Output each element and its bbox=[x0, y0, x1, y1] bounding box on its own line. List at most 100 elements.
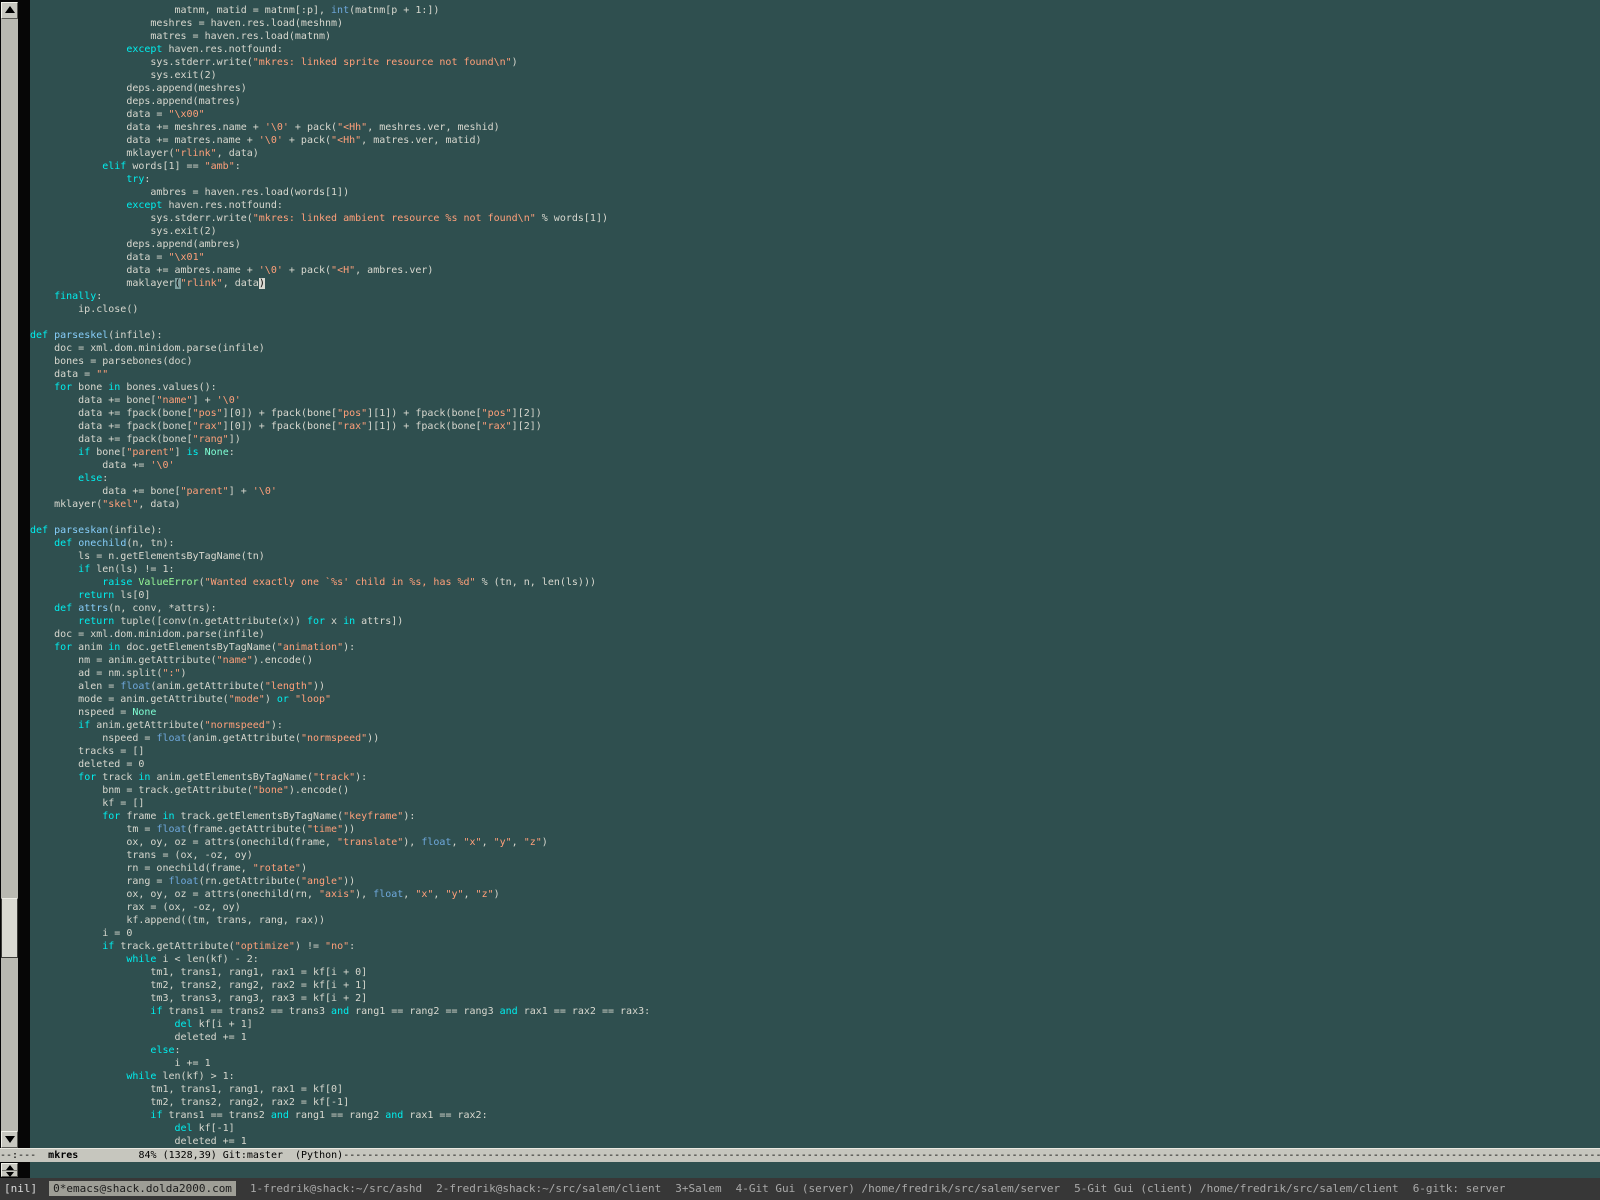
code-line[interactable]: data += meshres.name + '\0' + pack("<Hh"… bbox=[30, 121, 1600, 134]
minibuffer-scrollbar[interactable] bbox=[1, 1163, 18, 1177]
code-line[interactable]: kf = [] bbox=[30, 797, 1600, 810]
code-line[interactable]: def onechild(n, tn): bbox=[30, 537, 1600, 550]
code-line[interactable]: return tuple([conv(n.getAttribute(x)) fo… bbox=[30, 615, 1600, 628]
code-line[interactable]: def attrs(n, conv, *attrs): bbox=[30, 602, 1600, 615]
code-line[interactable]: for track in anim.getElementsByTagName("… bbox=[30, 771, 1600, 784]
code-line[interactable]: rax = (ox, -oz, oy) bbox=[30, 901, 1600, 914]
code-line[interactable]: matnm, matid = matnm[:p], int(matnm[p + … bbox=[30, 4, 1600, 17]
code-line[interactable]: for anim in doc.getElementsByTagName("an… bbox=[30, 641, 1600, 654]
code-line[interactable]: deleted = 0 bbox=[30, 758, 1600, 771]
code-line[interactable]: if bone["parent"] is None: bbox=[30, 446, 1600, 459]
code-line[interactable] bbox=[30, 511, 1600, 524]
code-line[interactable]: except haven.res.notfound: bbox=[30, 43, 1600, 56]
code-line[interactable]: trans = (ox, -oz, oy) bbox=[30, 849, 1600, 862]
code-line[interactable]: for bone in bones.values(): bbox=[30, 381, 1600, 394]
code-line[interactable]: sys.stderr.write("mkres: linked ambient … bbox=[30, 212, 1600, 225]
code-line[interactable]: nspeed = None bbox=[30, 706, 1600, 719]
code-line[interactable]: kf.append((tm, trans, rang, rax)) bbox=[30, 914, 1600, 927]
minibuffer[interactable] bbox=[0, 1162, 1600, 1178]
code-line[interactable]: mklayer("rlink", data) bbox=[30, 147, 1600, 160]
code-line[interactable]: deps.append(ambres) bbox=[30, 238, 1600, 251]
code-line[interactable]: alen = float(anim.getAttribute("length")… bbox=[30, 680, 1600, 693]
code-line[interactable]: if anim.getAttribute("normspeed"): bbox=[30, 719, 1600, 732]
code-line[interactable]: rang = float(rn.getAttribute("angle")) bbox=[30, 875, 1600, 888]
code-area[interactable]: matnm, matid = matnm[:p], int(matnm[p + … bbox=[30, 0, 1600, 1152]
code-line[interactable]: deleted += 1 bbox=[30, 1135, 1600, 1148]
code-line[interactable]: i = 0 bbox=[30, 927, 1600, 940]
code-token: "rlink" bbox=[181, 278, 223, 289]
code-line[interactable]: bones = parsebones(doc) bbox=[30, 355, 1600, 368]
code-line[interactable]: doc = xml.dom.minidom.parse(infile) bbox=[30, 342, 1600, 355]
code-line[interactable]: deps.append(matres) bbox=[30, 95, 1600, 108]
code-line[interactable]: data += ambres.name + '\0' + pack("<H", … bbox=[30, 264, 1600, 277]
code-line[interactable]: else: bbox=[30, 1044, 1600, 1057]
code-line[interactable]: nspeed = float(anim.getAttribute("normsp… bbox=[30, 732, 1600, 745]
code-line[interactable]: if trans1 == trans2 and rang1 == rang2 a… bbox=[30, 1109, 1600, 1122]
code-line[interactable]: sys.exit(2) bbox=[30, 225, 1600, 238]
code-line[interactable]: if trans1 == trans2 == trans3 and rang1 … bbox=[30, 1005, 1600, 1018]
code-line[interactable]: data += fpack(bone["rang"]) bbox=[30, 433, 1600, 446]
code-line[interactable]: ad = nm.split(":") bbox=[30, 667, 1600, 680]
code-line[interactable]: ambres = haven.res.load(words[1]) bbox=[30, 186, 1600, 199]
code-line[interactable]: ox, oy, oz = attrs(onechild(rn, "axis"),… bbox=[30, 888, 1600, 901]
code-line[interactable]: data += matres.name + '\0' + pack("<Hh",… bbox=[30, 134, 1600, 147]
code-line[interactable]: except haven.res.notfound: bbox=[30, 199, 1600, 212]
code-line[interactable]: del kf[i + 1] bbox=[30, 1018, 1600, 1031]
code-token: ): bbox=[355, 772, 367, 783]
mode-line[interactable]: --:--- mkres 84% (1328,39) Git:master (P… bbox=[0, 1148, 1600, 1162]
code-line[interactable]: elif words[1] == "amb": bbox=[30, 160, 1600, 173]
code-line[interactable]: ls = n.getElementsByTagName(tn) bbox=[30, 550, 1600, 563]
code-line[interactable]: while i < len(kf) - 2: bbox=[30, 953, 1600, 966]
code-line[interactable]: mklayer("skel", data) bbox=[30, 498, 1600, 511]
code-line[interactable]: return ls[0] bbox=[30, 589, 1600, 602]
code-line[interactable]: raise ValueError("Wanted exactly one `%s… bbox=[30, 576, 1600, 589]
code-line[interactable]: for frame in track.getElementsByTagName(… bbox=[30, 810, 1600, 823]
code-line[interactable]: if track.getAttribute("optimize") != "no… bbox=[30, 940, 1600, 953]
scrollbar-thumb[interactable] bbox=[1, 898, 18, 958]
code-line[interactable]: deps.append(meshres) bbox=[30, 82, 1600, 95]
code-line[interactable]: mode = anim.getAttribute("mode") or "loo… bbox=[30, 693, 1600, 706]
code-line[interactable]: if len(ls) != 1: bbox=[30, 563, 1600, 576]
code-line[interactable] bbox=[30, 316, 1600, 329]
code-token bbox=[30, 564, 78, 575]
code-line[interactable]: data += fpack(bone["rax"][0]) + fpack(bo… bbox=[30, 420, 1600, 433]
scrollbar-down-button[interactable] bbox=[1, 1131, 18, 1148]
code-line[interactable]: data += '\0' bbox=[30, 459, 1600, 472]
code-line[interactable]: ox, oy, oz = attrs(onechild(frame, "tran… bbox=[30, 836, 1600, 849]
code-line[interactable]: tm2, trans2, rang2, rax2 = kf[i + 1] bbox=[30, 979, 1600, 992]
code-line[interactable]: i += 1 bbox=[30, 1057, 1600, 1070]
code-token: tm2, trans2, rang2, rax2 = kf[-1] bbox=[30, 1097, 349, 1108]
code-line[interactable]: matres = haven.res.load(matnm) bbox=[30, 30, 1600, 43]
code-line[interactable]: deleted += 1 bbox=[30, 1031, 1600, 1044]
code-line[interactable]: tm3, trans3, rang3, rax3 = kf[i + 2] bbox=[30, 992, 1600, 1005]
code-line[interactable]: def parseskel(infile): bbox=[30, 329, 1600, 342]
code-line[interactable]: bnm = track.getAttribute("bone").encode(… bbox=[30, 784, 1600, 797]
code-line[interactable]: tm = float(frame.getAttribute("time")) bbox=[30, 823, 1600, 836]
code-line[interactable]: tm2, trans2, rang2, rax2 = kf[-1] bbox=[30, 1096, 1600, 1109]
code-line[interactable]: tm1, trans1, rang1, rax1 = kf[i + 0] bbox=[30, 966, 1600, 979]
code-line[interactable]: ip.close() bbox=[30, 303, 1600, 316]
scrollbar-track[interactable] bbox=[1, 19, 18, 1131]
code-line[interactable]: data += bone["parent"] + '\0' bbox=[30, 485, 1600, 498]
code-line[interactable]: tracks = [] bbox=[30, 745, 1600, 758]
code-line[interactable]: del kf[-1] bbox=[30, 1122, 1600, 1135]
code-line[interactable]: finally: bbox=[30, 290, 1600, 303]
code-line[interactable]: sys.exit(2) bbox=[30, 69, 1600, 82]
code-line[interactable]: else: bbox=[30, 472, 1600, 485]
code-line[interactable]: data = "" bbox=[30, 368, 1600, 381]
code-line[interactable]: meshres = haven.res.load(meshnm) bbox=[30, 17, 1600, 30]
code-line[interactable]: data = "\x00" bbox=[30, 108, 1600, 121]
code-line[interactable]: rn = onechild(frame, "rotate") bbox=[30, 862, 1600, 875]
code-line[interactable]: doc = xml.dom.minidom.parse(infile) bbox=[30, 628, 1600, 641]
code-line[interactable]: def parseskan(infile): bbox=[30, 524, 1600, 537]
code-line[interactable]: tm1, trans1, rang1, rax1 = kf[0] bbox=[30, 1083, 1600, 1096]
code-line[interactable]: maklayer("rlink", data) bbox=[30, 277, 1600, 290]
code-line[interactable]: nm = anim.getAttribute("name").encode() bbox=[30, 654, 1600, 667]
code-line[interactable]: while len(kf) > 1: bbox=[30, 1070, 1600, 1083]
code-line[interactable]: sys.stderr.write("mkres: linked sprite r… bbox=[30, 56, 1600, 69]
scrollbar-up-button[interactable] bbox=[1, 2, 18, 19]
code-line[interactable]: data += bone["name"] + '\0' bbox=[30, 394, 1600, 407]
code-line[interactable]: data += fpack(bone["pos"][0]) + fpack(bo… bbox=[30, 407, 1600, 420]
code-line[interactable]: try: bbox=[30, 173, 1600, 186]
code-line[interactable]: data = "\x01" bbox=[30, 251, 1600, 264]
